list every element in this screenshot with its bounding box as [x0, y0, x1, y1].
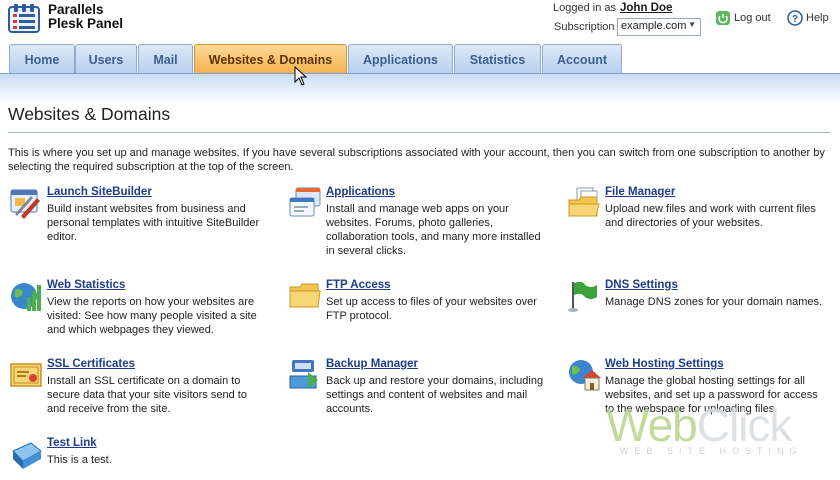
item-backup-manager: Backup Manager Back up and restore your … — [288, 358, 548, 418]
item-link[interactable]: Test Link — [47, 437, 97, 449]
logged-in-info: Logged in as John Doe — [553, 2, 672, 14]
tab-applications[interactable]: Applications — [348, 44, 453, 74]
page-intro: This is where you set up and manage webs… — [8, 147, 825, 173]
item-link[interactable]: Launch SiteBuilder — [47, 186, 152, 198]
logout-icon — [716, 11, 730, 25]
item-dns-settings: DNS Settings Manage DNS zones for your d… — [567, 279, 832, 319]
item-link[interactable]: Backup Manager — [326, 358, 418, 370]
tab-home[interactable]: Home — [9, 44, 75, 74]
page-title: Websites & Domains — [8, 104, 171, 124]
webclick-watermark: WebClick WEB SITE HOSTING — [606, 402, 803, 456]
item-description: Set up access to files of your websites … — [326, 296, 537, 322]
user-name-link[interactable]: John Doe — [620, 2, 672, 14]
subscription-value: example.com — [621, 20, 687, 32]
tab-label: Home — [24, 52, 60, 67]
tab-label: Applications — [362, 52, 438, 67]
item-web-statistics: Web Statistics View the reports on how y… — [9, 279, 269, 339]
sitebuilder-icon — [10, 189, 40, 219]
tab-users[interactable]: Users — [75, 44, 137, 74]
item-link[interactable]: Web Hosting Settings — [605, 358, 724, 370]
item-ssl-certificates: SSL Certificates Install an SSL certific… — [9, 358, 269, 418]
item-file-manager: File Manager Upload new files and work w… — [567, 186, 832, 236]
subscription-select[interactable]: example.com ▼ — [617, 18, 701, 36]
item-test-link: Test Link This is a test. — [9, 437, 269, 477]
watermark-word2: Click — [696, 399, 793, 451]
tab-label: Mail — [153, 52, 178, 67]
tab-label: Statistics — [469, 52, 526, 67]
logout-label: Log out — [734, 12, 771, 24]
file-manager-icon — [568, 187, 600, 217]
tab-label: Users — [88, 52, 124, 67]
item-launch-sitebuilder: Launch SiteBuilder Build instant website… — [9, 186, 269, 246]
header-gradient-band — [0, 74, 840, 104]
item-link[interactable]: DNS Settings — [605, 279, 678, 291]
item-description: Manage DNS zones for your domain names. — [605, 296, 823, 308]
help-icon: ? — [787, 10, 803, 26]
item-link[interactable]: Applications — [326, 186, 395, 198]
item-link[interactable]: SSL Certificates — [47, 358, 135, 370]
ssl-certificate-icon — [10, 363, 42, 387]
watermark-word1: Web — [606, 399, 698, 451]
item-description: Back up and restore your domains, includ… — [326, 375, 544, 415]
top-header: Parallels Plesk Panel Logged in as John D… — [0, 0, 840, 44]
dns-flag-icon — [568, 281, 597, 312]
plesk-logo-icon — [8, 3, 42, 36]
item-description: This is a test. — [47, 454, 112, 466]
watermark-tagline: WEB SITE HOSTING — [620, 446, 803, 456]
main-tabs: Home Users Mail Websites & Domains Appli… — [0, 44, 840, 74]
backup-icon — [289, 360, 318, 389]
help-label: Help — [806, 12, 829, 24]
app-name-line2: Plesk Panel — [48, 16, 124, 31]
item-applications: Applications Install and manage web apps… — [288, 186, 548, 257]
globe-house-icon — [569, 360, 601, 391]
tab-mail[interactable]: Mail — [138, 44, 193, 74]
tab-websites-domains[interactable]: Websites & Domains — [194, 44, 347, 74]
item-description: Install and manage web apps on your webs… — [326, 203, 541, 257]
app-name: Parallels Plesk Panel — [48, 3, 123, 31]
item-description: Install an SSL certificate on a domain t… — [47, 375, 247, 415]
test-link-icon — [12, 442, 42, 469]
item-ftp-access: FTP Access Set up access to files of you… — [288, 279, 548, 329]
logged-in-label: Logged in as — [553, 2, 616, 14]
app-name-line1: Parallels — [48, 2, 104, 17]
tab-label: Account — [557, 52, 607, 67]
item-link[interactable]: File Manager — [605, 186, 675, 198]
ftp-folder-icon — [289, 283, 321, 308]
title-divider — [8, 132, 830, 133]
item-description: Upload new files and work with current f… — [605, 203, 816, 229]
svg-text:?: ? — [792, 14, 798, 25]
subscription-label: Subscription — [554, 21, 615, 33]
tab-statistics[interactable]: Statistics — [454, 44, 541, 74]
logout-button[interactable]: Log out — [715, 10, 771, 26]
item-description: View the reports on how your websites ar… — [47, 296, 257, 336]
web-statistics-icon — [11, 283, 41, 311]
applications-icon — [289, 187, 321, 217]
help-button[interactable]: ? Help — [787, 10, 829, 26]
item-link[interactable]: FTP Access — [326, 279, 391, 291]
mouse-cursor-icon — [294, 66, 308, 86]
tab-account[interactable]: Account — [542, 44, 622, 74]
chevron-down-icon: ▼ — [688, 20, 696, 29]
item-description: Build instant websites from business and… — [47, 203, 260, 243]
item-link[interactable]: Web Statistics — [47, 279, 125, 291]
tab-label: Websites & Domains — [208, 52, 333, 67]
